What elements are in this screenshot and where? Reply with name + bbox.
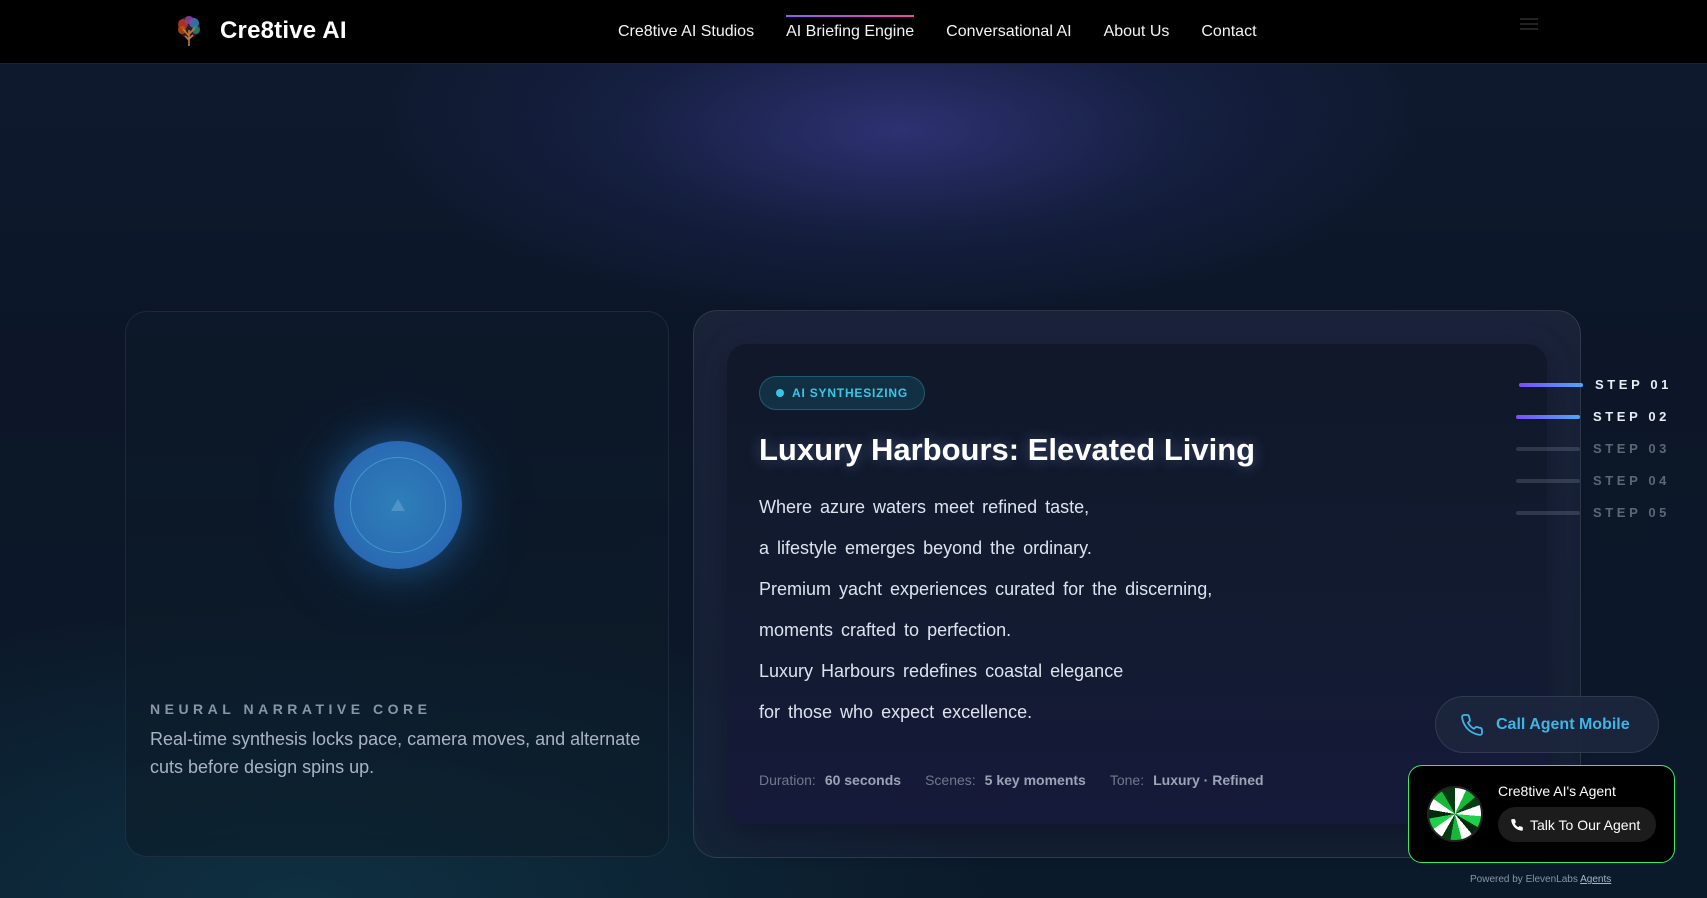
step-label: STEP 05 <box>1593 505 1670 520</box>
nav-link-about-us[interactable]: About Us <box>1104 23 1170 41</box>
top-navbar: Cre8tive AI Cre8tive AI Studios AI Brief… <box>0 0 1707 64</box>
step-progress-bar <box>1516 511 1580 515</box>
powered-by-text: Powered by ElevenLabs <box>1470 874 1578 885</box>
phone-icon <box>1461 713 1483 736</box>
step-item-1[interactable]: STEP 01 <box>1516 375 1676 407</box>
phone-icon <box>1511 818 1523 831</box>
core-description: Real-time synthesis locks pace, camera m… <box>150 729 641 777</box>
meta-value: 5 key moments <box>984 772 1086 788</box>
script-line: for those who expect excellence. <box>759 702 1033 722</box>
step-progress-bar <box>1516 479 1580 483</box>
nav-link-studios[interactable]: Cre8tive AI Studios <box>618 23 754 41</box>
meta-label: Tone: <box>1109 772 1145 788</box>
step-label: STEP 01 <box>1595 377 1672 392</box>
meta-scenes: Scenes: 5 key moments <box>925 772 1086 788</box>
nav-link-conversational-ai[interactable]: Conversational AI <box>946 23 1071 41</box>
talk-to-agent-label: Talk To Our Agent <box>1530 816 1641 833</box>
nav-link-briefing-engine[interactable]: AI Briefing Engine <box>786 15 915 41</box>
script-line: Luxury Harbours redefines coastal elegan… <box>759 661 1124 681</box>
meta-tone: Tone: Luxury · Refined <box>1110 772 1264 788</box>
step-label: STEP 02 <box>1593 409 1670 424</box>
core-title: NEURAL NARRATIVE CORE <box>150 701 432 717</box>
powered-by-agents-link[interactable]: Agents <box>1580 874 1611 885</box>
step-progress-bar <box>1519 383 1583 387</box>
status-badge-label: AI SYNTHESIZING <box>792 386 909 400</box>
step-item-2[interactable]: STEP 02 <box>1516 407 1676 439</box>
talk-to-agent-button[interactable]: Talk To Our Agent <box>1498 807 1657 842</box>
briefing-script-panel: AI SYNTHESIZING Luxury Harbours: Elevate… <box>727 344 1547 824</box>
agent-avatar <box>1427 786 1483 842</box>
status-dot-icon <box>776 389 784 397</box>
step-progress-bar <box>1516 415 1580 419</box>
briefing-headline: Luxury Harbours: Elevated Living <box>759 432 1256 467</box>
meta-label: Scenes: <box>925 772 976 788</box>
meta-value: Luxury · Refined <box>1153 772 1264 788</box>
agent-name: Cre8tive AI's Agent <box>1498 783 1616 799</box>
script-line: a lifestyle emerges beyond the ordinary. <box>759 538 1092 558</box>
step-progress-bar <box>1516 447 1580 451</box>
script-line: Premium yacht experiences curated for th… <box>759 579 1213 599</box>
step-label: STEP 04 <box>1593 473 1670 488</box>
brand[interactable]: Cre8tive AI <box>172 14 347 48</box>
call-agent-mobile-label: Call Agent Mobile <box>1496 715 1630 733</box>
step-label: STEP 03 <box>1593 441 1670 456</box>
meta-duration: Duration: 60 seconds <box>759 772 901 788</box>
neural-orb-icon <box>334 441 462 569</box>
meta-value: 60 seconds <box>824 772 902 788</box>
step-item-3[interactable]: STEP 03 <box>1516 439 1676 471</box>
status-badge: AI SYNTHESIZING <box>759 376 926 410</box>
meta-label: Duration: <box>759 772 816 788</box>
powered-by: Powered by ElevenLabs Agents <box>1470 874 1611 885</box>
step-indicator: STEP 01 STEP 02 STEP 03 STEP 04 STEP 05 <box>1516 375 1676 535</box>
script-line: moments crafted to perfection. <box>759 620 1012 640</box>
main-nav: Cre8tive AI Studios AI Briefing Engine C… <box>618 0 1257 64</box>
agent-widget: Cre8tive AI's Agent Talk To Our Agent <box>1408 765 1675 863</box>
step-item-4[interactable]: STEP 04 <box>1516 471 1676 503</box>
menu-icon[interactable] <box>1520 18 1538 32</box>
step-item-5[interactable]: STEP 05 <box>1516 503 1676 535</box>
brand-name: Cre8tive AI <box>220 17 347 44</box>
nav-link-contact[interactable]: Contact <box>1201 23 1256 41</box>
call-agent-mobile-button[interactable]: Call Agent Mobile <box>1435 696 1659 753</box>
tree-logo-icon <box>178 16 200 46</box>
script-line: Where azure waters meet refined taste, <box>759 497 1090 517</box>
neural-core-card: NEURAL NARRATIVE CORE Real-time synthesi… <box>125 311 669 857</box>
briefing-meta: Duration: 60 seconds Scenes: 5 key momen… <box>759 772 1264 788</box>
script-lines: Where azure waters meet refined taste, a… <box>759 495 1212 741</box>
orb-play-icon <box>391 499 405 511</box>
